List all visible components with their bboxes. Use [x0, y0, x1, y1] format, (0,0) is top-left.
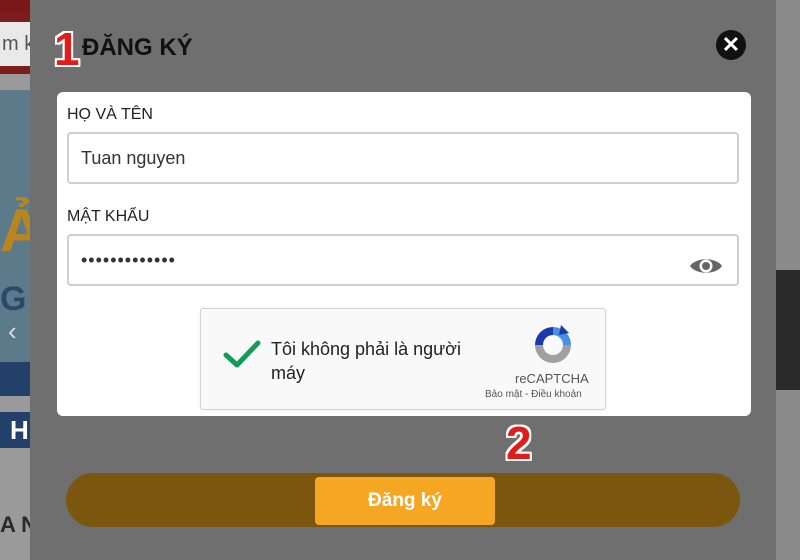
close-icon: ✕	[721, 32, 741, 57]
close-button[interactable]: ✕	[716, 30, 746, 60]
recaptcha-logo-icon	[531, 323, 575, 372]
checkmark-icon	[223, 339, 261, 374]
background-right-image	[776, 270, 800, 390]
recaptcha-widget[interactable]: Tôi không phải là người máy reCAPTCHA Bả…	[200, 308, 606, 410]
annotation-step-2: 2	[506, 417, 532, 469]
register-form: HỌ VÀ TÊN Tuan nguyen MẬT KHẨU •••••••••…	[57, 92, 751, 416]
register-button[interactable]: Đăng ký	[315, 477, 495, 525]
recaptcha-links[interactable]: Bảo mật - Điều khoản	[485, 389, 582, 400]
background-button-2: H	[0, 412, 34, 448]
background-hero-subtext: G	[0, 280, 27, 318]
password-input[interactable]: •••••••••••••	[67, 234, 739, 286]
recaptcha-brand: reCAPTCHA	[515, 371, 589, 386]
name-label: HỌ VÀ TÊN	[67, 106, 153, 123]
eye-icon[interactable]	[689, 248, 723, 296]
modal-title: ĐĂNG KÝ	[82, 34, 193, 61]
password-value: •••••••••••••	[81, 250, 176, 270]
name-input[interactable]: Tuan nguyen	[67, 132, 739, 184]
annotation-step-1: 1	[54, 23, 80, 75]
recaptcha-label: Tôi không phải là người máy	[271, 339, 461, 383]
password-label: MẬT KHẨU	[67, 208, 150, 225]
background-prev-arrow-icon: ‹	[8, 316, 17, 346]
register-modal: ĐĂNG KÝ ✕ 1 HỌ VÀ TÊN Tuan nguyen MẬT KH…	[30, 0, 776, 560]
background-button	[0, 362, 34, 396]
